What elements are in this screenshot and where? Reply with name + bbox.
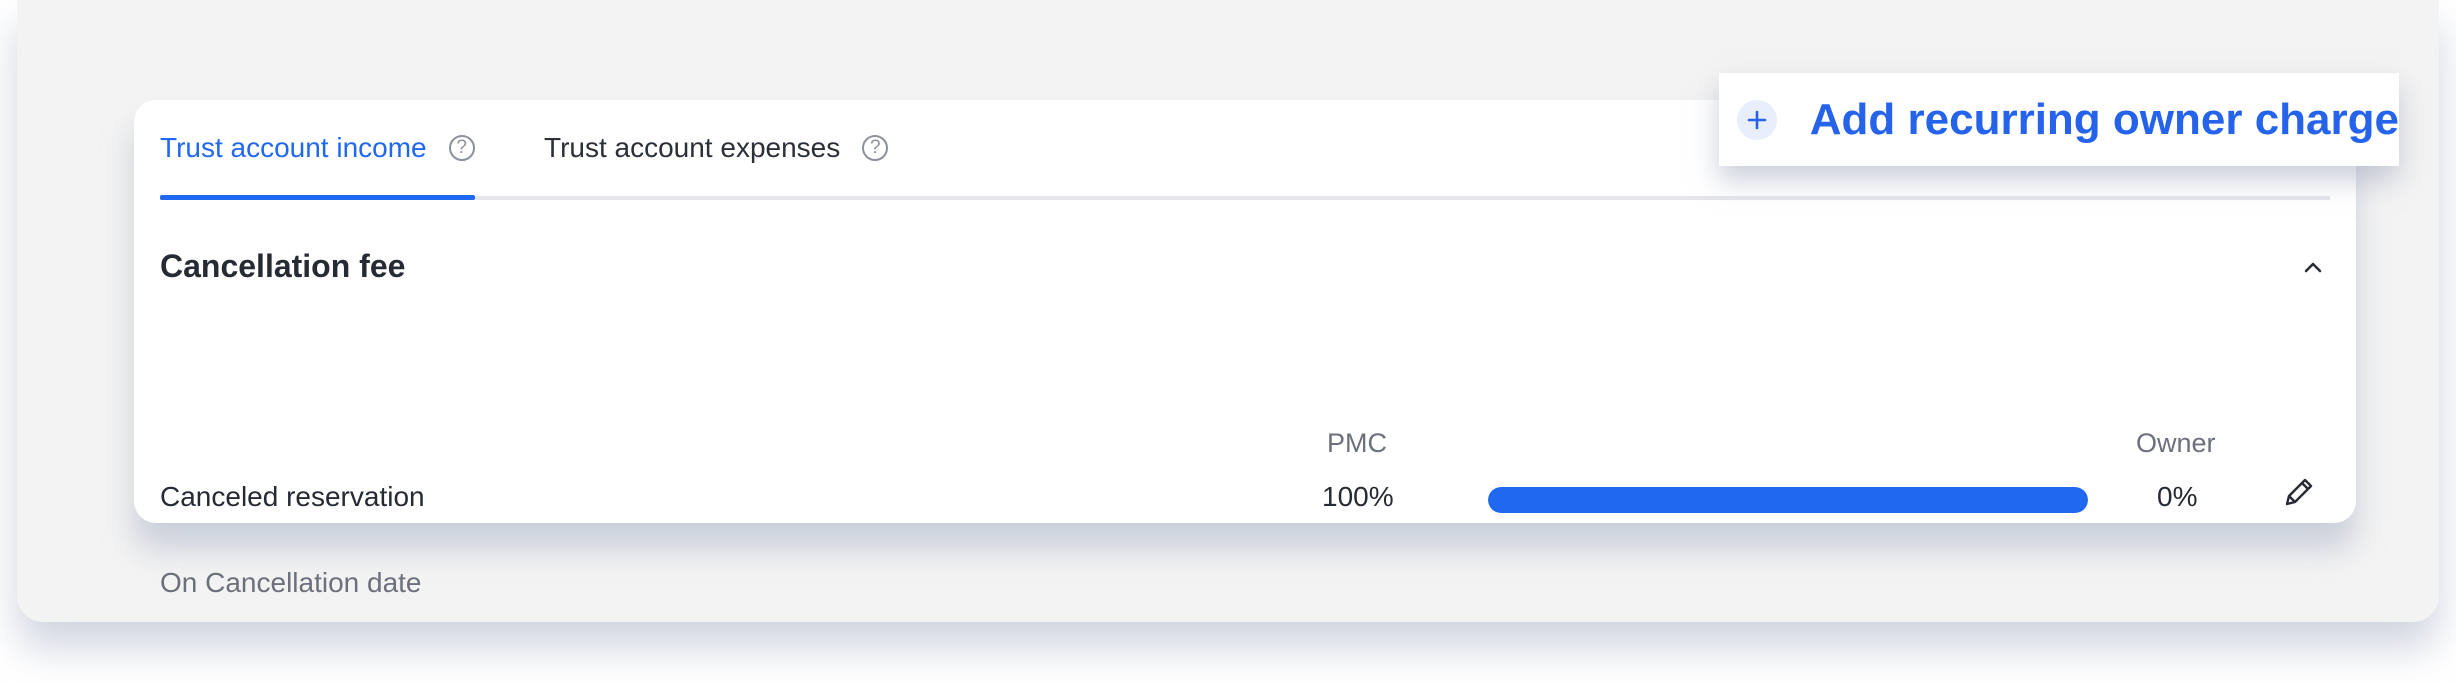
- help-icon[interactable]: ?: [862, 135, 889, 161]
- tab-label: Trust account expenses: [544, 132, 841, 163]
- section-title: Cancellation fee: [160, 248, 406, 284]
- tab-trust-account-income[interactable]: Trust account income ?: [160, 100, 475, 200]
- owner-percent: 0%: [2157, 481, 2198, 512]
- help-icon[interactable]: ?: [448, 135, 475, 161]
- add-button-label: Add recurring owner charge: [1809, 94, 2399, 144]
- chevron-up-icon[interactable]: [2298, 252, 2328, 282]
- add-recurring-owner-charge-button[interactable]: Add recurring owner charge: [1719, 73, 2399, 166]
- split-bar-fill: [1488, 487, 2088, 513]
- owner-column-label: Owner: [2136, 428, 2216, 458]
- pmc-percent: 100%: [1322, 481, 1394, 512]
- rule-label: Canceled reservation: [160, 481, 425, 512]
- plus-icon: [1737, 99, 1777, 140]
- pmc-column-label: PMC: [1327, 428, 1387, 458]
- split-bar: [1488, 487, 2088, 513]
- tab-label: Trust account income: [160, 132, 427, 163]
- pencil-icon[interactable]: [2279, 472, 2319, 512]
- rule-timing: On Cancellation date: [160, 567, 422, 598]
- tab-trust-account-expenses[interactable]: Trust account expenses ?: [544, 100, 889, 196]
